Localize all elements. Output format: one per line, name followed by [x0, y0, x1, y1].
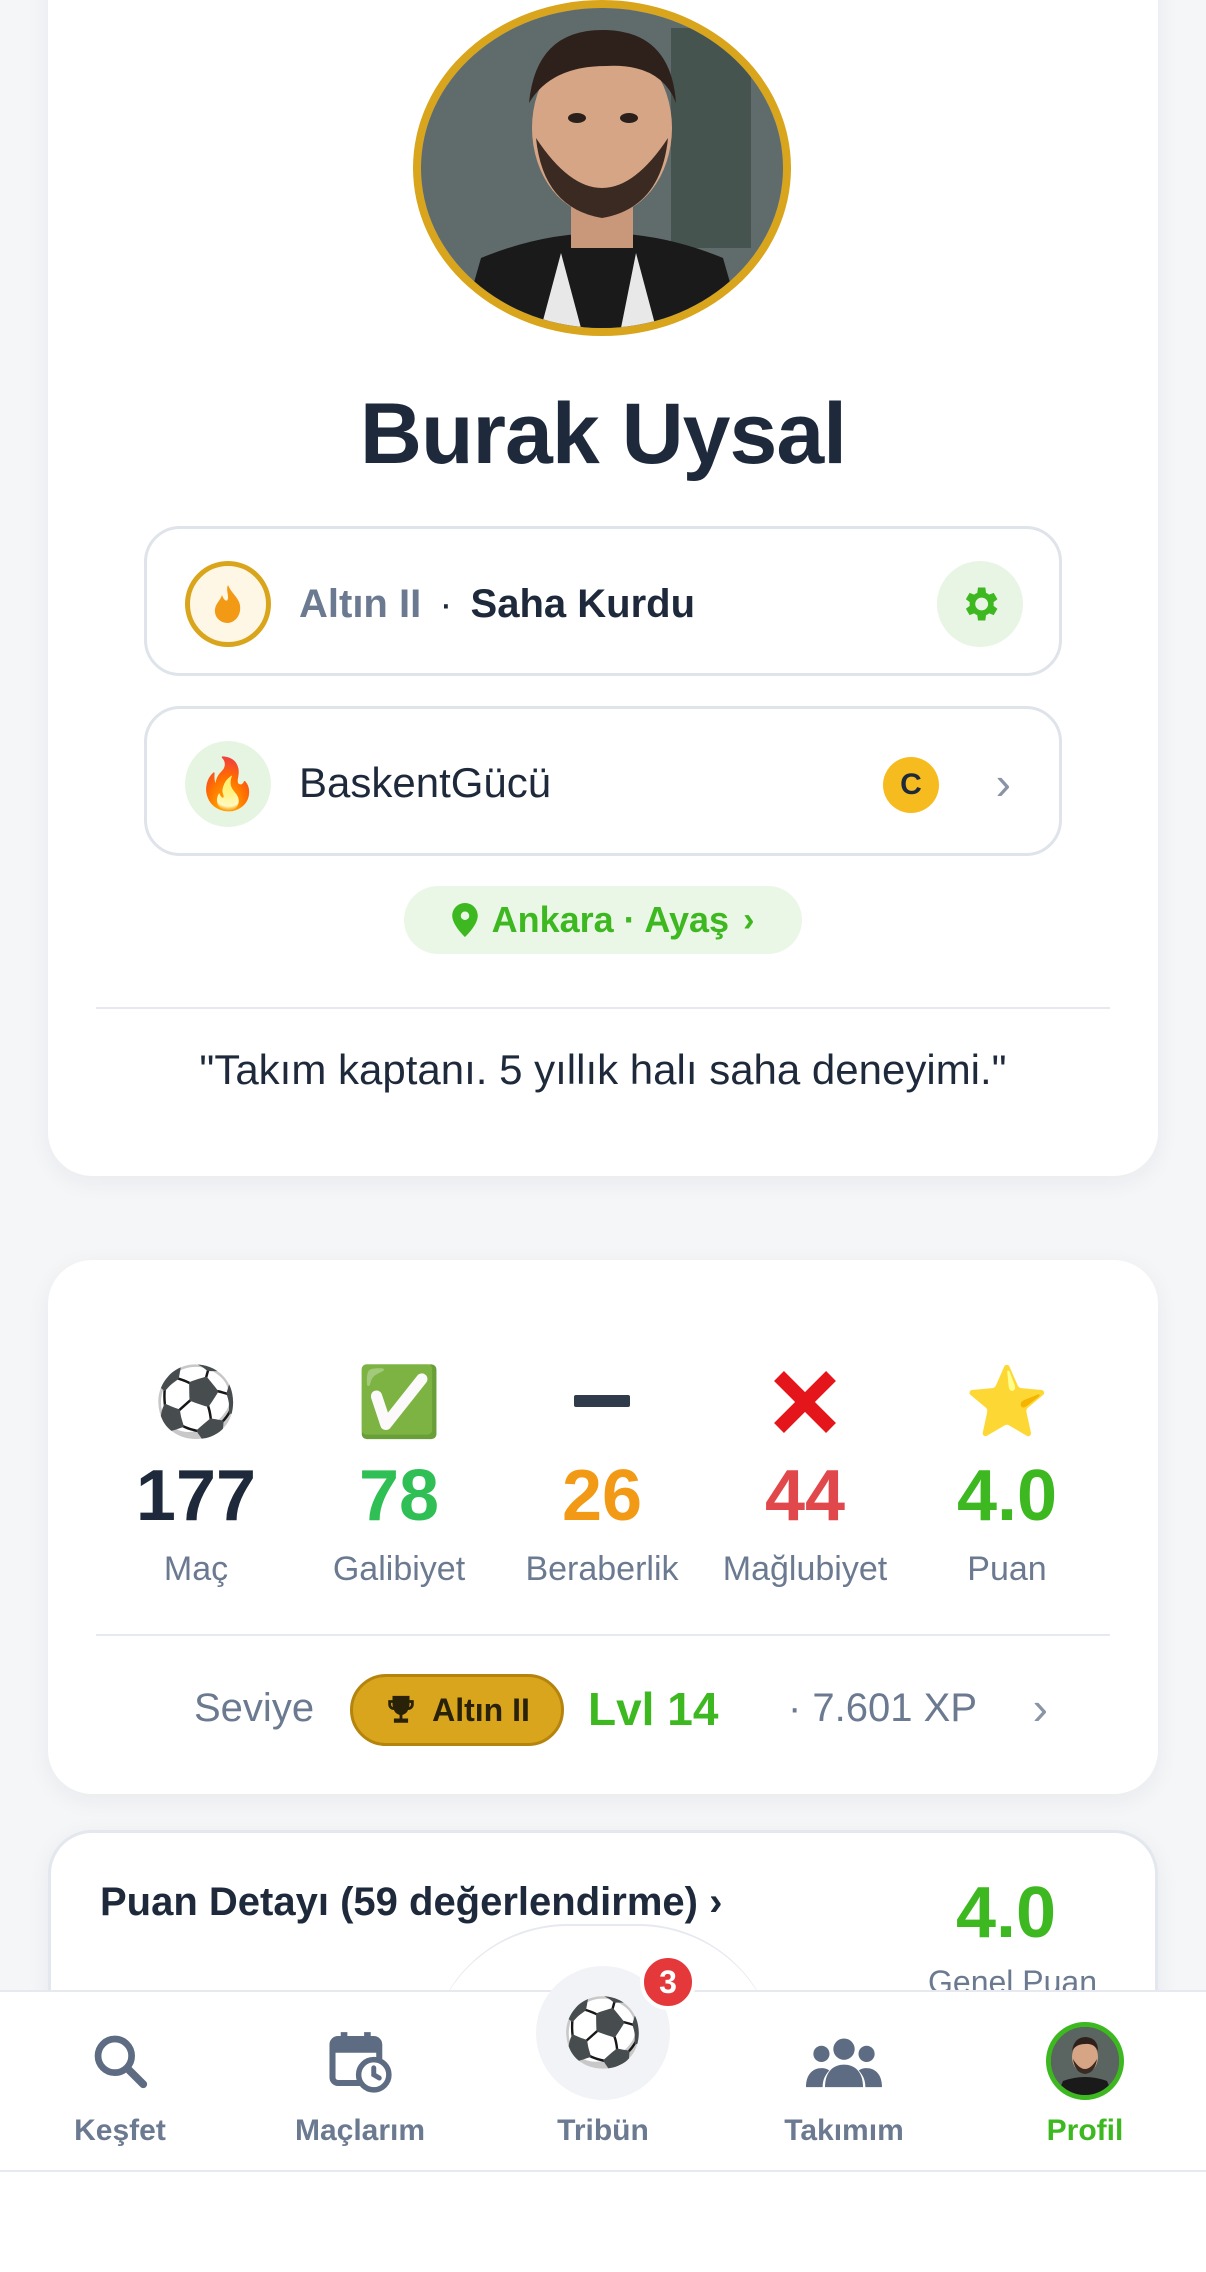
- location-chip[interactable]: Ankara · Ayaş ›: [404, 886, 802, 954]
- stat-value: 4.0: [956, 1456, 1058, 1536]
- stat-wins: ✅ 78 Galibiyet: [299, 1360, 499, 1589]
- chevron-right-icon: ›: [995, 757, 1011, 809]
- dash-icon: [502, 1360, 702, 1444]
- rating-detail-title[interactable]: Puan Detayı (59 değerlendirme) ›: [100, 1880, 722, 1925]
- player-photo: [421, 8, 783, 328]
- nav-label: Tribün: [557, 2114, 649, 2147]
- team-emblem-icon: 🔥: [185, 741, 271, 827]
- profile-name: Burak Uysal: [359, 386, 847, 482]
- profile-avatar[interactable]: [413, 0, 791, 336]
- stat-label: Mağlubiyet: [722, 1550, 888, 1588]
- stat-label: Maç: [163, 1550, 229, 1588]
- team-pill[interactable]: 🔥 BaskentGücü C ›: [144, 706, 1062, 856]
- bottom-safe-area: [0, 2172, 1206, 2272]
- stat-value: 44: [764, 1456, 846, 1536]
- nav-profile[interactable]: Profil: [985, 2022, 1185, 2148]
- level-badge: Altın II: [350, 1674, 564, 1746]
- stat-value: 177: [135, 1456, 257, 1536]
- level-row[interactable]: Seviye Altın II Lvl 14 · 7.601 XP ›: [48, 1672, 1158, 1752]
- rank-title: Saha Kurdu: [470, 582, 696, 626]
- stat-value: 78: [358, 1456, 440, 1536]
- nav-label: Profil: [1046, 2114, 1124, 2147]
- location-pin-icon: [451, 903, 478, 937]
- team-people-icon: [744, 2024, 944, 2098]
- profile-avatar-icon: [1046, 2022, 1124, 2100]
- stat-value: 26: [561, 1456, 643, 1536]
- stat-matches: ⚽ 177 Maç: [96, 1360, 296, 1589]
- settings-button[interactable]: [937, 561, 1023, 647]
- calendar-clock-icon: [260, 2024, 460, 2098]
- nav-icon-wrap: [985, 2022, 1185, 2100]
- flame-rank-icon: [185, 561, 271, 647]
- rank-text: Altın II · Saha Kurdu: [299, 577, 695, 631]
- cross-icon: [705, 1360, 905, 1444]
- profile-bio: "Takım kaptanı. 5 yıllık halı saha deney…: [199, 1046, 1007, 1093]
- stat-label: Puan: [967, 1550, 1047, 1588]
- nav-my-team[interactable]: Takımım: [744, 2024, 944, 2148]
- gear-icon: [965, 587, 998, 621]
- location-text: Ankara · Ayaş: [491, 899, 730, 940]
- divider: [96, 1007, 1110, 1009]
- rank-separator: ·: [439, 582, 453, 626]
- stat-losses: 44 Mağlubiyet: [705, 1360, 905, 1589]
- level-number: Lvl 14: [588, 1683, 719, 1735]
- notification-badge: 3: [640, 1954, 696, 2010]
- search-icon: [20, 2024, 220, 2098]
- captain-badge: C: [883, 757, 939, 813]
- nav-explore[interactable]: Keşfet: [20, 2024, 220, 2148]
- xp-text: · 7.601 XP: [788, 1686, 978, 1730]
- check-icon: ✅: [356, 1364, 442, 1440]
- chevron-right-icon: ›: [743, 900, 755, 939]
- nav-label: Keşfet: [74, 2114, 166, 2147]
- overall-rating-value: 4.0: [956, 1873, 1057, 1953]
- stat-label: Beraberlik: [525, 1550, 679, 1588]
- team-name: BaskentGücü: [299, 759, 552, 806]
- stat-label: Galibiyet: [332, 1550, 466, 1588]
- chevron-right-icon: ›: [1032, 1682, 1048, 1734]
- level-badge-text: Altın II: [432, 1691, 530, 1728]
- nav-label: Takımım: [784, 2114, 904, 2147]
- trophy-icon: [388, 1695, 414, 1723]
- level-label: Seviye: [194, 1686, 315, 1730]
- nav-my-matches[interactable]: Maçlarım: [260, 2024, 460, 2148]
- divider: [96, 1634, 1110, 1636]
- rank-tier: Altın II: [299, 582, 422, 626]
- nav-tribune[interactable]: Tribün: [503, 2024, 703, 2148]
- stat-rating: ⭐ 4.0 Puan: [907, 1360, 1107, 1589]
- soccer-ball-icon: ⚽: [153, 1364, 239, 1440]
- rank-pill: Altın II · Saha Kurdu: [144, 526, 1062, 676]
- nav-label: Maçlarım: [294, 2114, 426, 2147]
- star-icon: ⭐: [964, 1364, 1050, 1440]
- stat-draws: 26 Beraberlik: [502, 1360, 702, 1589]
